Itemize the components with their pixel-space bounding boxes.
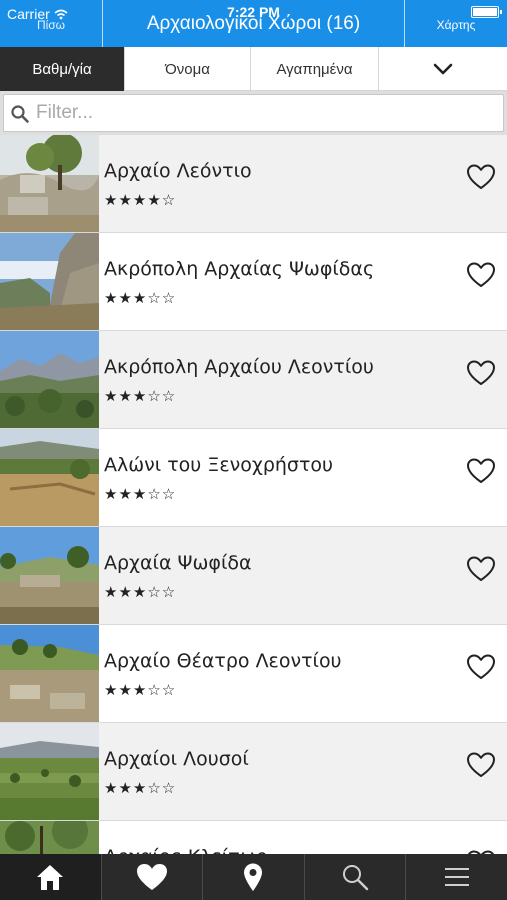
favorite-heart-icon[interactable]	[465, 651, 497, 683]
search-bar	[0, 91, 507, 135]
site-thumbnail	[0, 625, 99, 722]
menu-icon	[444, 868, 469, 886]
tab-label: Αγαπημένα	[276, 60, 353, 78]
list-item[interactable]: Αρχαίος Κλείτωρ ★★★☆☆	[0, 821, 507, 854]
tab-map[interactable]	[203, 854, 305, 900]
list-item[interactable]: Ακρόπολη Αρχαίας Ψωφίδας ★★★☆☆	[0, 233, 507, 331]
site-name: Ακρόπολη Αρχαίας Ψωφίδας	[104, 258, 375, 280]
site-name: Ακρόπολη Αρχαίου Λεοντίου	[104, 356, 374, 378]
list-item[interactable]: Αρχαίοι Λουσοί ★★★☆☆	[0, 723, 507, 821]
page-title: Αρχαιολογικοί Χώροι (16)	[146, 13, 361, 34]
favorite-heart-icon[interactable]	[465, 259, 497, 291]
favorite-heart-icon[interactable]	[465, 847, 497, 854]
favorite-heart-icon[interactable]	[465, 553, 497, 585]
favorite-heart-icon[interactable]	[465, 357, 497, 389]
site-rating: ★★★☆☆	[104, 485, 177, 503]
site-thumbnail	[0, 429, 99, 526]
favorite-heart-icon[interactable]	[465, 455, 497, 487]
list-item[interactable]: Αρχαίο Λεόντιο ★★★★☆	[0, 135, 507, 233]
tab-favorites[interactable]: Αγαπημένα	[251, 47, 379, 91]
sites-list: Αρχαίο Λεόντιο ★★★★☆ Ακρόπολη Αρχαίας Ψω…	[0, 135, 507, 854]
nav-header: Carrier 7:22 PM Πίσω Αρχαιολογικοί Χώροι…	[0, 0, 507, 47]
tab-favorites[interactable]	[102, 854, 204, 900]
heart-icon	[136, 864, 167, 890]
sort-tabs: Βαθμ/γία Όνομα Αγαπημένα	[0, 47, 507, 91]
map-label: Χάρτης	[436, 18, 476, 32]
tab-label: Όνομα	[165, 60, 210, 78]
map-pin-icon	[244, 863, 263, 891]
site-name: Αρχαίο Θέατρο Λεοντίου	[104, 650, 342, 672]
search-input[interactable]	[36, 95, 497, 131]
site-thumbnail	[0, 527, 99, 624]
tab-menu[interactable]	[406, 854, 507, 900]
site-rating: ★★★☆☆	[104, 583, 177, 601]
site-rating: ★★★☆☆	[104, 779, 177, 797]
tab-more[interactable]	[379, 47, 507, 91]
tab-home[interactable]	[0, 854, 102, 900]
site-name: Αρχαία Ψωφίδα	[104, 552, 252, 574]
map-button[interactable]: Χάρτης	[405, 0, 507, 47]
list-item[interactable]: Αρχαίο Θέατρο Λεοντίου ★★★☆☆	[0, 625, 507, 723]
site-thumbnail	[0, 723, 99, 820]
site-thumbnail	[0, 135, 99, 232]
home-icon	[37, 865, 64, 890]
tab-search[interactable]	[305, 854, 407, 900]
site-thumbnail	[0, 331, 99, 428]
site-thumbnail	[0, 821, 99, 854]
site-name: Αλώνι του Ξενοχρήστου	[104, 454, 334, 476]
site-rating: ★★★☆☆	[104, 681, 177, 699]
chevron-down-icon	[433, 63, 453, 75]
list-item[interactable]: Ακρόπολη Αρχαίου Λεοντίου ★★★☆☆	[0, 331, 507, 429]
site-rating: ★★★★☆	[104, 191, 177, 209]
back-button[interactable]: Πίσω	[0, 0, 102, 47]
site-name: Αρχαίο Λεόντιο	[104, 160, 252, 182]
site-name: Αρχαίος Κλείτωρ	[104, 846, 268, 854]
tab-label: Βαθμ/γία	[32, 60, 92, 78]
back-label: Πίσω	[36, 18, 66, 32]
favorite-heart-icon[interactable]	[465, 749, 497, 781]
site-rating: ★★★☆☆	[104, 289, 177, 307]
search-icon	[11, 105, 29, 123]
favorite-heart-icon[interactable]	[465, 161, 497, 193]
tab-rating[interactable]: Βαθμ/γία	[0, 47, 125, 91]
site-name: Αρχαίοι Λουσοί	[104, 748, 249, 770]
search-field	[3, 94, 504, 132]
site-rating: ★★★☆☆	[104, 387, 177, 405]
search-icon	[343, 865, 369, 891]
list-item[interactable]: Αρχαία Ψωφίδα ★★★☆☆	[0, 527, 507, 625]
list-item[interactable]: Αλώνι του Ξενοχρήστου ★★★☆☆	[0, 429, 507, 527]
app-screen: Carrier 7:22 PM Πίσω Αρχαιολογικοί Χώροι…	[0, 0, 507, 900]
site-thumbnail	[0, 233, 99, 330]
bottom-tab-bar	[0, 854, 507, 900]
tab-name[interactable]: Όνομα	[125, 47, 251, 91]
